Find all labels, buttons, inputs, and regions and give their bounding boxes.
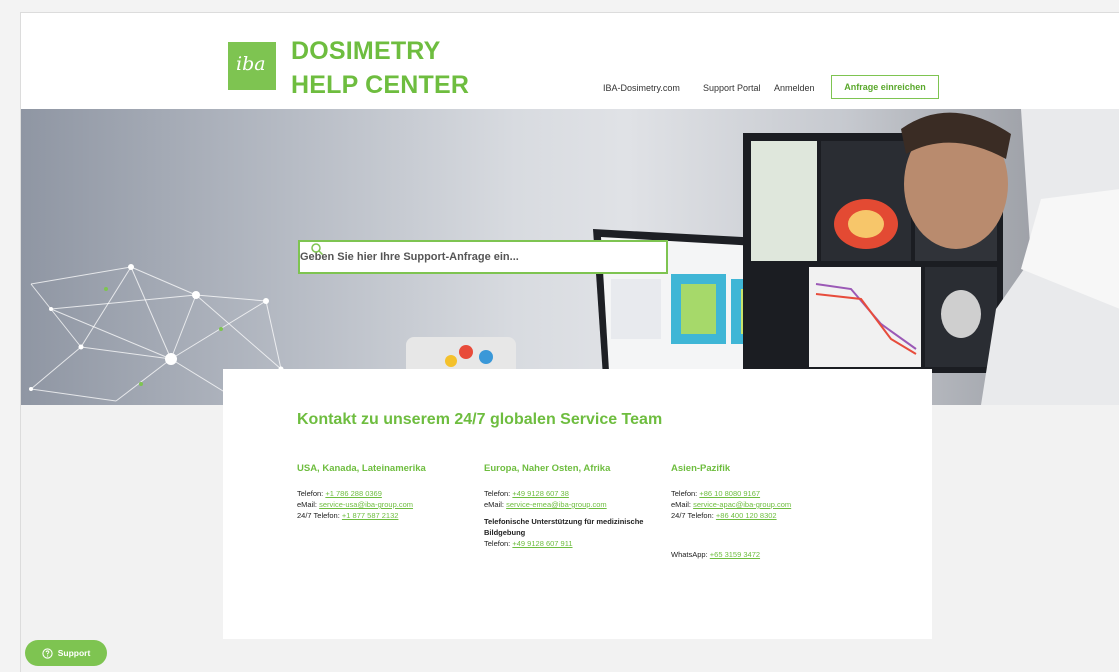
submit-request-button[interactable]: Anfrage einreichen — [831, 75, 939, 99]
region-heading: USA, Kanada, Lateinamerika — [297, 463, 426, 474]
contact-column-apac: Asien-Pazifik Telefon: +86 10 8080 9167 … — [671, 463, 851, 560]
phone2-link[interactable]: +49 9128 607 911 — [512, 539, 572, 548]
contact-card: Kontakt zu unserem 24/7 globalen Service… — [223, 369, 932, 639]
contact-column-emea: Europa, Naher Osten, Afrika Telefon: +49… — [484, 463, 664, 549]
imaging-support-note: Telefonische Unterstützung für medizinis… — [484, 517, 644, 537]
support-button[interactable]: Support — [25, 640, 107, 666]
email-label: eMail: — [297, 500, 318, 509]
phone-label: Telefon: — [484, 489, 511, 498]
phone-link[interactable]: +86 10 8080 9167 — [699, 489, 760, 498]
desk-dot-yellow — [445, 355, 457, 367]
site-title-line2[interactable]: HELP CENTER — [291, 71, 469, 100]
email-label: eMail: — [484, 500, 505, 509]
help-circle-icon — [42, 647, 53, 659]
search-input[interactable]: Geben Sie hier Ihre Support-Anfrage ein.… — [298, 240, 668, 274]
phone247-label: 24/7 Telefon: — [671, 511, 714, 520]
desk-dot-blue — [479, 350, 493, 364]
nav-link-iba-dosimetry[interactable]: IBA-Dosimetry.com — [603, 83, 680, 93]
whatsapp-label: WhatsApp: — [671, 550, 708, 559]
hero-banner: Geben Sie hier Ihre Support-Anfrage ein.… — [21, 109, 1119, 405]
email-link[interactable]: service-emea@iba-group.com — [506, 500, 607, 509]
phone247-link[interactable]: +86 400 120 8302 — [716, 511, 777, 520]
email-label: eMail: — [671, 500, 692, 509]
search-icon — [311, 243, 324, 256]
support-button-label: Support — [57, 648, 91, 658]
page-frame: iba DOSIMETRY HELP CENTER IBA-Dosimetry.… — [20, 12, 1119, 672]
nav-link-login[interactable]: Anmelden — [774, 83, 815, 93]
region-heading: Europa, Naher Osten, Afrika — [484, 463, 611, 474]
email-link[interactable]: service-apac@iba-group.com — [693, 500, 791, 509]
site-header: iba DOSIMETRY HELP CENTER IBA-Dosimetry.… — [21, 13, 1119, 109]
whatsapp-link[interactable]: +65 3159 3472 — [710, 550, 760, 559]
iba-logo[interactable]: iba — [228, 42, 276, 90]
phone-link[interactable]: +49 9128 607 38 — [512, 489, 569, 498]
phone-label: Telefon: — [671, 489, 698, 498]
phone247-label: 24/7 Telefon: — [297, 511, 340, 520]
phone2-label: Telefon: — [484, 539, 511, 548]
logo-mark: iba — [236, 53, 266, 75]
phone-label: Telefon: — [297, 489, 324, 498]
contact-title: Kontakt zu unserem 24/7 globalen Service… — [297, 411, 663, 428]
contact-column-americas: USA, Kanada, Lateinamerika Telefon: +1 7… — [297, 463, 477, 521]
site-title-line1[interactable]: DOSIMETRY — [291, 37, 441, 66]
email-link[interactable]: service-usa@iba-group.com — [319, 500, 413, 509]
phone247-link[interactable]: +1 877 587 2132 — [342, 511, 399, 520]
search-placeholder: Geben Sie hier Ihre Support-Anfrage ein.… — [300, 251, 519, 263]
phone-link[interactable]: +1 786 288 0369 — [325, 489, 382, 498]
nav-link-support-portal[interactable]: Support Portal — [703, 83, 761, 93]
region-heading: Asien-Pazifik — [671, 463, 731, 474]
desk-dot-red — [459, 345, 473, 359]
